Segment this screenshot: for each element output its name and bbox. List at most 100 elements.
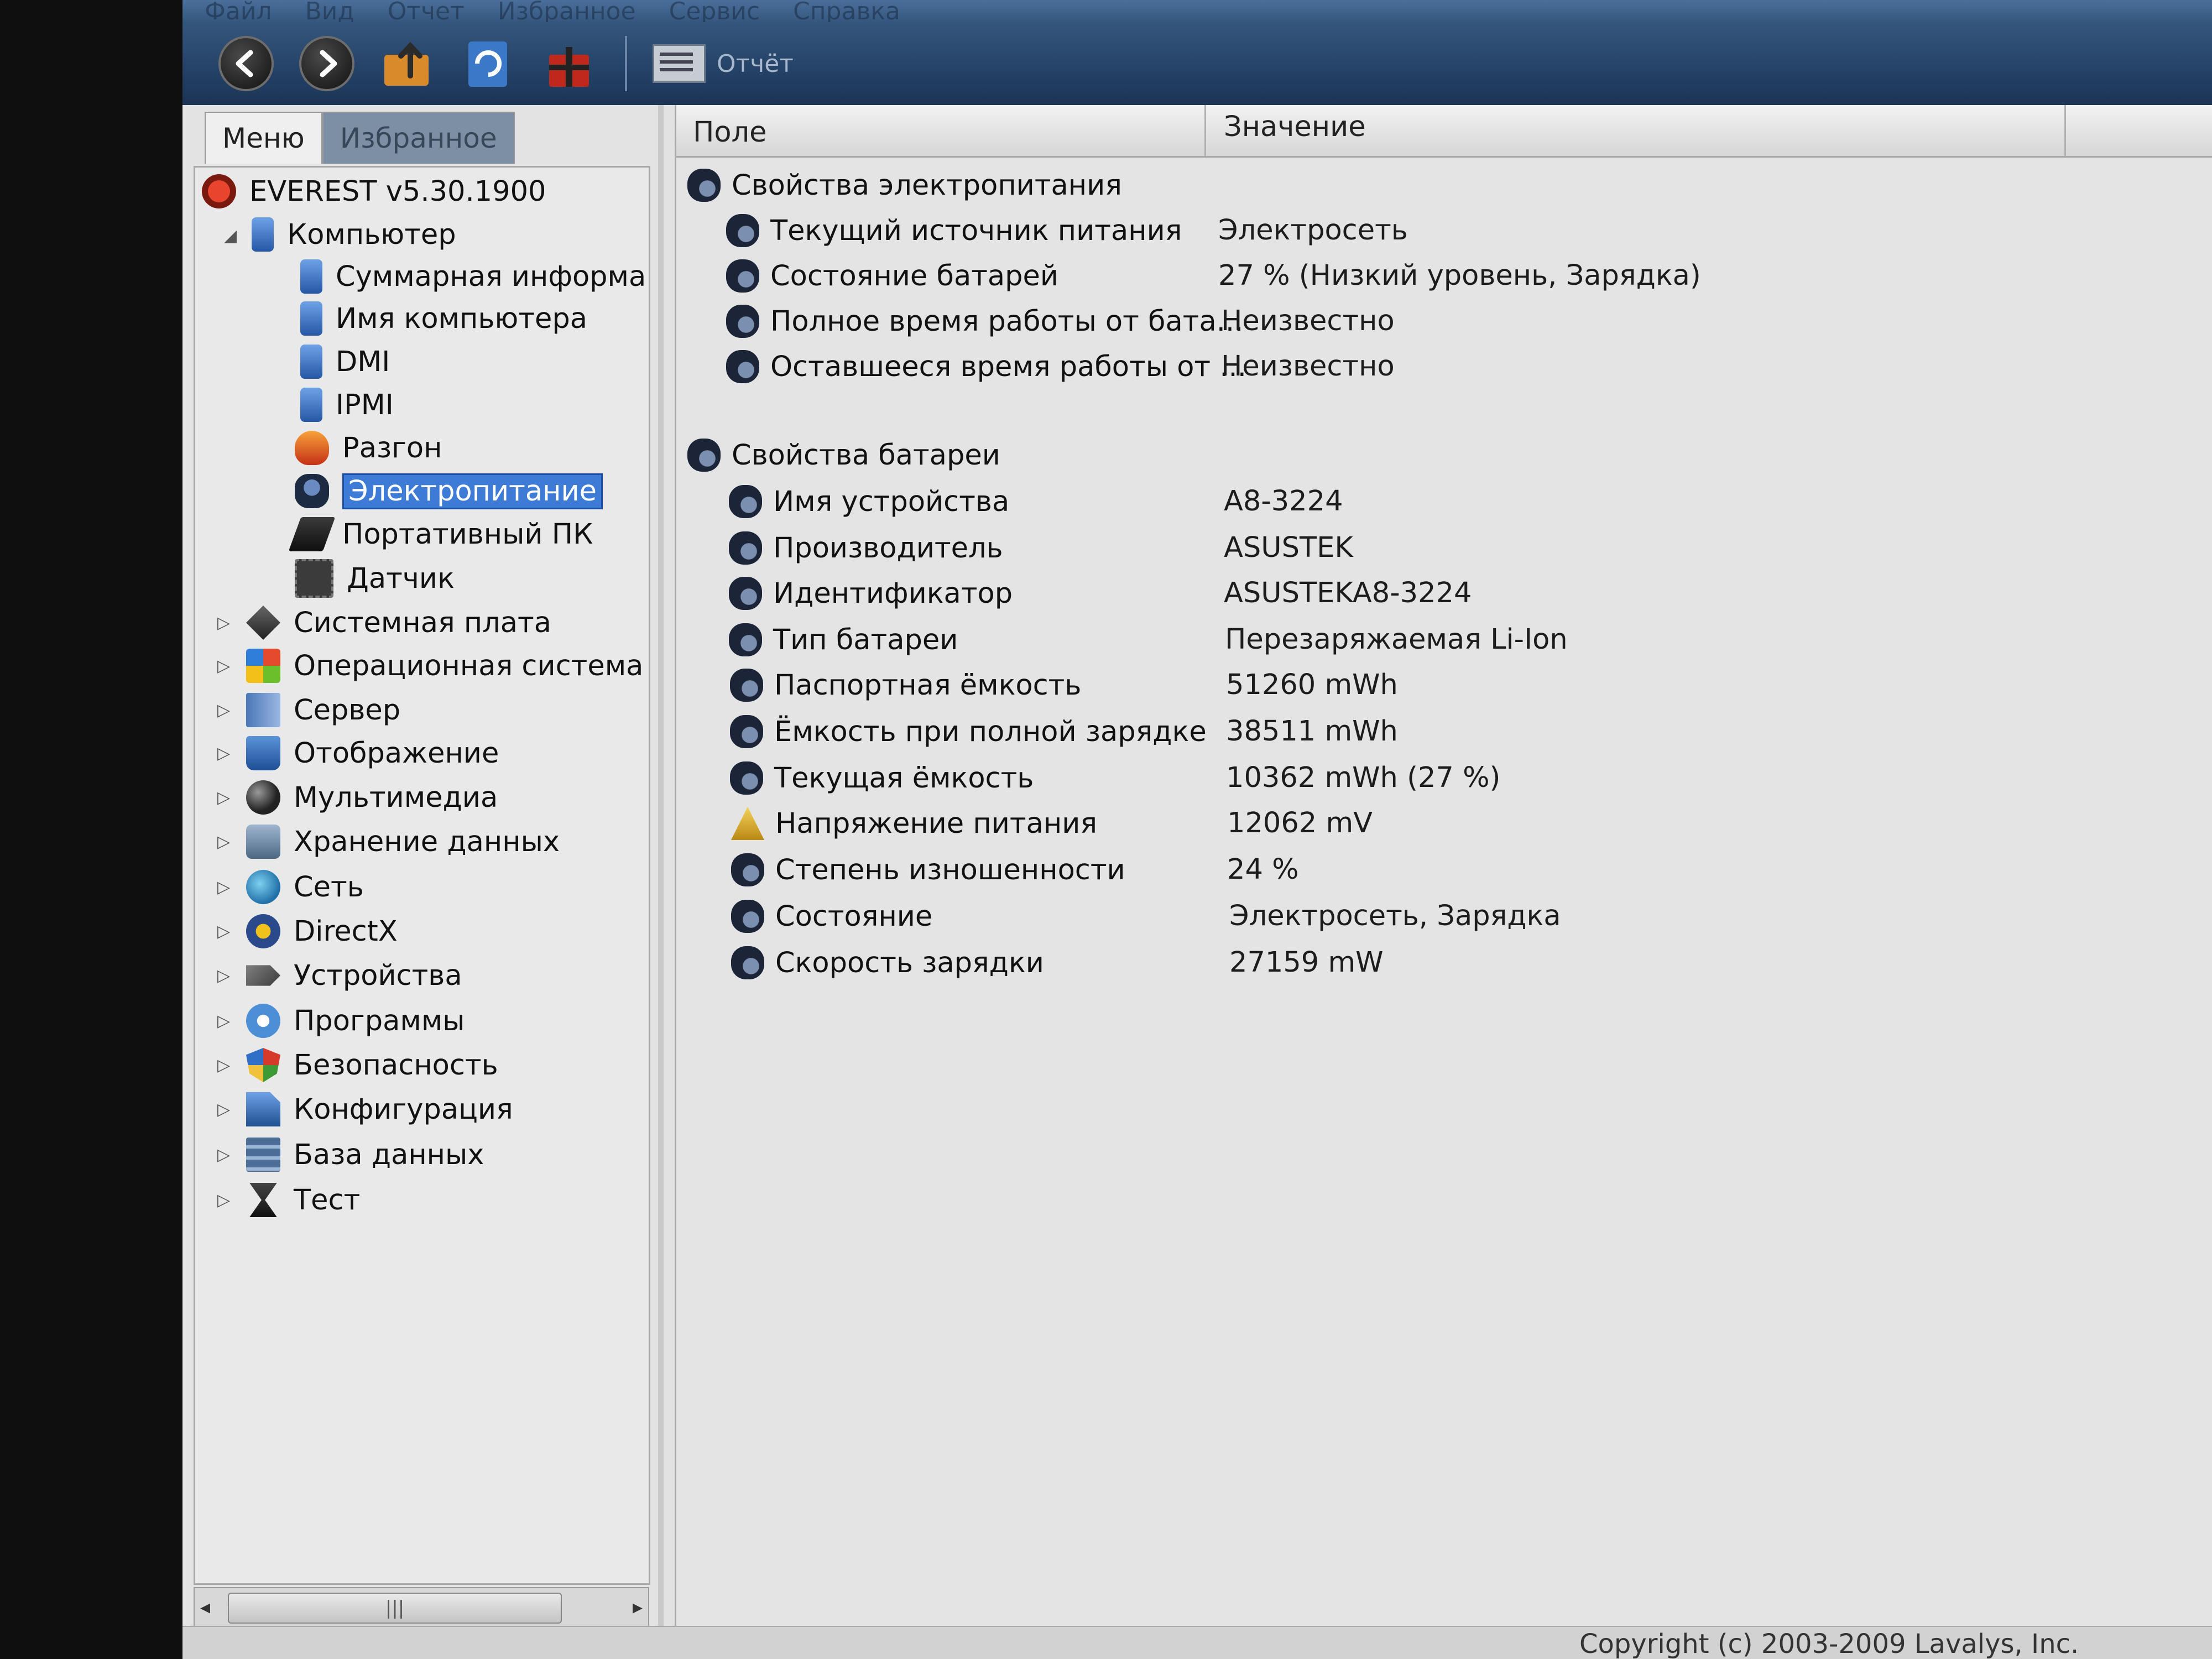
tree-item-programs[interactable]: Программы: [246, 1000, 465, 1041]
menu-view[interactable]: Вид: [305, 0, 354, 22]
expand-arrow-icon[interactable]: ▷: [217, 1056, 230, 1075]
tree-item-devices[interactable]: Устройства: [246, 955, 462, 996]
menu-favorites[interactable]: Избранное: [498, 0, 636, 22]
field-value: ASUSTEKA8-3224: [1224, 577, 1472, 609]
menu-bar: Файл Вид Отчет Избранное Сервис Справка: [182, 0, 2212, 22]
tree-item-operating-system[interactable]: Операционная система: [246, 645, 643, 686]
column-divider[interactable]: [1204, 105, 1206, 156]
everest-icon: [202, 174, 236, 208]
computer-icon: [300, 388, 322, 422]
column-value[interactable]: Значение: [1224, 111, 1366, 143]
report-label: Отчёт: [717, 49, 794, 78]
details-list: Поле Значение Свойства электропитания Те…: [675, 105, 2212, 1626]
tab-favorites[interactable]: Избранное: [322, 112, 515, 164]
menu-help[interactable]: Справка: [793, 0, 900, 22]
scroll-left-icon[interactable]: ◂: [200, 1596, 210, 1619]
shield-icon: [246, 1048, 280, 1082]
tree-item-ipmi[interactable]: IPMI: [295, 384, 394, 425]
field-name: Имя устройства: [773, 485, 1010, 518]
tree-item-label: Программы: [294, 1004, 465, 1037]
battery-properties-icon: [687, 439, 721, 472]
tree-item-label: Сеть: [294, 870, 364, 904]
report-icon: [653, 44, 706, 83]
expand-arrow-icon[interactable]: ▷: [217, 832, 230, 852]
property-icon: [729, 577, 762, 610]
expand-arrow-icon[interactable]: ▷: [217, 1011, 230, 1031]
computer-icon: [300, 259, 322, 294]
collapse-arrow-icon[interactable]: ◢: [224, 226, 237, 246]
column-header: Поле Значение: [676, 105, 2212, 158]
tree-item-display[interactable]: Отображение: [246, 733, 499, 774]
tree-item-sensor[interactable]: Датчик: [295, 558, 455, 599]
tree-item-configuration[interactable]: Конфигурация: [246, 1089, 513, 1130]
tab-menu[interactable]: Меню: [205, 112, 322, 164]
tree-item-portable-pc[interactable]: Портативный ПК: [288, 514, 593, 555]
tree-item-label: Тест: [294, 1183, 361, 1217]
tree-item-label: Хранение данных: [294, 825, 560, 858]
favorites-button[interactable]: [539, 33, 599, 94]
tree-item-label: DMI: [336, 345, 390, 378]
expand-arrow-icon[interactable]: ▷: [217, 1100, 230, 1119]
tree-item-database[interactable]: База данных: [246, 1134, 484, 1175]
tree-item-motherboard[interactable]: Системная плата: [246, 602, 551, 643]
scroll-right-icon[interactable]: ▸: [633, 1596, 643, 1619]
forward-button[interactable]: [296, 33, 357, 94]
server-icon: [246, 693, 280, 727]
expand-arrow-icon[interactable]: ▷: [217, 922, 230, 941]
toolbar-separator: [625, 36, 627, 91]
tree-item-summary[interactable]: Суммарная информа: [295, 256, 646, 297]
tree-item-label: Суммарная информа: [336, 260, 646, 293]
tree-item-label: Конфигурация: [294, 1093, 513, 1126]
expand-arrow-icon[interactable]: ▷: [217, 788, 230, 807]
report-button[interactable]: Отчёт: [653, 44, 794, 83]
tree-item-label: Мультимедиа: [294, 781, 498, 814]
nav-tabs: Меню Избранное: [205, 112, 515, 164]
up-button[interactable]: [377, 33, 438, 94]
field-name: Степень изношенности: [775, 853, 1125, 886]
property-icon: [726, 214, 759, 247]
menu-tools[interactable]: Сервис: [669, 0, 760, 22]
menu-file[interactable]: Файл: [205, 0, 272, 22]
tree-horizontal-scrollbar[interactable]: ◂ ||| ▸: [194, 1587, 649, 1628]
copyright-text: Copyright (c) 2003-2009 Lavalys, Inc.: [1579, 1629, 2079, 1659]
tree-root[interactable]: EVEREST v5.30.1900: [202, 171, 546, 212]
tree-item-multimedia[interactable]: Мультимедиа: [246, 777, 498, 818]
tree-item-storage[interactable]: Хранение данных: [246, 821, 560, 862]
tree-item-security[interactable]: Безопасность: [246, 1045, 498, 1086]
column-field[interactable]: Поле: [693, 116, 767, 149]
expand-arrow-icon[interactable]: ▷: [217, 656, 230, 676]
expand-arrow-icon[interactable]: ▷: [217, 1191, 230, 1210]
pane-splitter[interactable]: [658, 105, 664, 1659]
tree-item-computer[interactable]: Компьютер: [246, 214, 456, 255]
tree-item-test[interactable]: Тест: [246, 1180, 360, 1220]
refresh-button[interactable]: [458, 33, 519, 94]
field-value: Неизвестно: [1221, 305, 1395, 337]
expand-arrow-icon[interactable]: ▷: [217, 878, 230, 897]
expand-arrow-icon[interactable]: ▷: [217, 613, 230, 633]
expand-arrow-icon[interactable]: ▷: [217, 1145, 230, 1165]
database-icon: [246, 1138, 280, 1172]
tree-item-server[interactable]: Сервер: [246, 690, 400, 731]
tree-item-network[interactable]: Сеть: [246, 867, 364, 907]
toolbar: Отчёт: [182, 22, 2212, 105]
tree-item-overclock[interactable]: Разгон: [295, 427, 442, 468]
field-value: 10362 mWh (27 %): [1226, 761, 1501, 794]
scrollbar-thumb[interactable]: |||: [228, 1593, 562, 1624]
menu-report[interactable]: Отчет: [388, 0, 465, 22]
field-name: Оставшееся время работы от ...: [770, 350, 1246, 383]
column-divider[interactable]: [2064, 105, 2066, 156]
tree-item-computer-name[interactable]: Имя компьютера: [295, 298, 587, 339]
config-icon: [246, 1092, 280, 1126]
disk-icon: [246, 825, 280, 859]
tree-item-power-management[interactable]: Электропитание: [295, 471, 603, 512]
expand-arrow-icon[interactable]: ▷: [217, 701, 230, 720]
computer-icon: [252, 217, 274, 252]
back-button[interactable]: [216, 33, 276, 94]
expand-arrow-icon[interactable]: ▷: [217, 744, 230, 763]
tree-item-dmi[interactable]: DMI: [295, 341, 390, 382]
programs-icon: [246, 1004, 280, 1038]
expand-arrow-icon[interactable]: ▷: [217, 966, 230, 985]
tree-item-label-selected: Электропитание: [342, 473, 603, 509]
arrow-left-icon: [236, 50, 253, 77]
tree-item-directx[interactable]: DirectX: [246, 911, 398, 952]
